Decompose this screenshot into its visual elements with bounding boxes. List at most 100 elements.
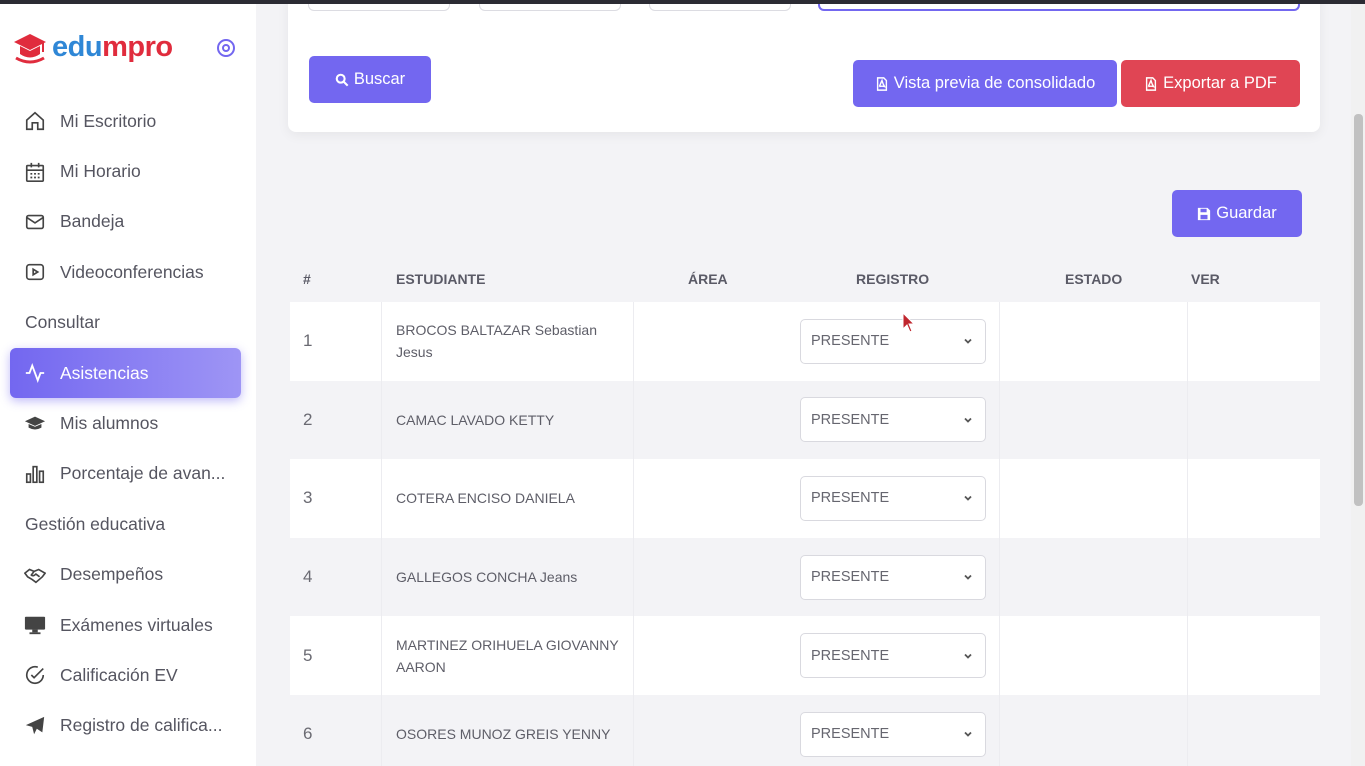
registro-value: PRESENTE — [811, 490, 890, 507]
area-cell — [634, 695, 800, 766]
sidebar-item-mi-horario[interactable]: Mi Horario — [0, 146, 256, 196]
sidebar-item-videoconferencias[interactable]: Videoconferencias — [0, 247, 256, 297]
table-row: 3 COTERA ENCISO DANIELA PRESENTE — [290, 459, 1320, 538]
ver-cell — [1188, 538, 1320, 617]
registro-cell: PRESENTE — [800, 380, 1000, 460]
page-scrollbar[interactable] — [1351, 4, 1365, 766]
estado-cell — [1000, 616, 1188, 695]
exportar-pdf-label: Exportar a PDF — [1163, 74, 1277, 92]
sidebar-item-examenes-virtuales[interactable]: Exámenes virtuales — [0, 600, 256, 650]
sidebar-item-label: Exámenes virtuales — [60, 614, 213, 635]
sidebar-item-label: Mis alumnos — [60, 413, 159, 434]
row-number: 2 — [290, 380, 382, 460]
area-cell — [634, 381, 800, 460]
registro-cell: PRESENTE — [800, 537, 1000, 617]
scrollbar-thumb[interactable] — [1354, 114, 1363, 506]
header-registro: REGISTRO — [856, 271, 930, 287]
area-cell — [634, 302, 800, 381]
chevron-down-icon — [964, 732, 972, 738]
sidebar-item-bandeja[interactable]: Bandeja — [0, 197, 256, 247]
monitor-icon — [24, 616, 46, 635]
send-icon — [25, 716, 45, 735]
estado-cell — [1000, 302, 1188, 381]
sidebar-item-label: Calificación EV — [60, 664, 178, 685]
registro-cell: PRESENTE — [800, 302, 1000, 381]
table-row: 1 BROCOS BALTAZAR Sebastian Jesus PRESEN… — [290, 302, 1320, 381]
check-circle-icon — [25, 666, 45, 685]
sidebar-item-porcentaje-de-avance[interactable]: Porcentaje de avan... — [0, 449, 256, 499]
sidebar-item-desempenos[interactable]: Desempeños — [0, 550, 256, 600]
vista-previa-label: Vista previa de consolidado — [893, 74, 1096, 92]
registro-select[interactable]: PRESENTE — [800, 554, 986, 600]
student-name: GALLEGOS CONCHA Jeans — [382, 537, 634, 617]
registro-value: PRESENTE — [811, 333, 890, 350]
registro-cell: PRESENTE — [800, 694, 1000, 766]
row-number: 6 — [290, 694, 382, 766]
area-cell — [634, 616, 800, 695]
row-number: 1 — [290, 302, 382, 381]
registro-value: PRESENTE — [811, 647, 890, 664]
attendance-table: # ESTUDIANTE ÁREA REGISTRO ESTADO VER 1 … — [290, 256, 1320, 766]
sidebar-item-registro-de-calificaciones[interactable]: Registro de califica... — [0, 701, 256, 751]
estado-cell — [1000, 380, 1188, 460]
registro-value: PRESENTE — [811, 569, 890, 586]
handshake-icon — [24, 568, 46, 584]
row-number: 5 — [290, 616, 382, 695]
area-cell — [634, 538, 800, 617]
sidebar-item-label: Videoconferencias — [60, 261, 204, 282]
sidebar-item-asistencias[interactable]: Asistencias — [10, 347, 241, 399]
table-header: # ESTUDIANTE ÁREA REGISTRO ESTADO VER — [290, 256, 1320, 302]
ver-cell — [1188, 302, 1320, 381]
sidebar-item-label: Asistencias — [60, 362, 149, 383]
registro-select[interactable]: PRESENTE — [800, 633, 986, 679]
sidebar-item-mis-alumnos[interactable]: Mis alumnos — [0, 398, 256, 448]
registro-cell: PRESENTE — [800, 459, 1000, 538]
home-icon — [25, 111, 45, 131]
calendar-icon — [25, 162, 45, 182]
header-area: ÁREA — [688, 271, 728, 287]
search-icon — [335, 73, 349, 86]
main-content: Buscar Vista previa de consolidado Expor… — [256, 0, 1351, 766]
sidebar-item-label: Bandeja — [60, 211, 125, 232]
chevron-down-icon — [964, 417, 972, 423]
sidebar-item-label: Mi Horario — [60, 161, 141, 182]
brand-name: edumpro — [52, 31, 173, 64]
registro-select[interactable]: PRESENTE — [800, 475, 986, 521]
sidebar-toggle-icon[interactable] — [216, 38, 236, 58]
video-icon — [25, 264, 45, 281]
buscar-button[interactable]: Buscar — [309, 56, 431, 103]
sidebar-section-gestion-educativa: Gestión educativa — [25, 513, 166, 534]
registro-value: PRESENTE — [811, 411, 890, 428]
sidebar-item-calificacion-ev[interactable]: Calificación EV — [0, 650, 256, 700]
mail-icon — [25, 214, 45, 230]
graduation-cap-logo-icon — [14, 34, 46, 64]
vista-previa-button[interactable]: Vista previa de consolidado — [853, 60, 1117, 107]
registro-select[interactable]: PRESENTE — [800, 318, 986, 364]
chevron-down-icon — [964, 574, 972, 580]
buscar-label: Buscar — [353, 70, 406, 88]
sidebar-item-mi-escritorio[interactable]: Mi Escritorio — [0, 96, 256, 146]
student-name: MARTINEZ ORIHUELA GIOVANNY AARON — [382, 616, 634, 695]
chevron-down-icon — [964, 339, 972, 345]
window-top-bar — [0, 0, 1365, 4]
ver-cell — [1188, 695, 1320, 766]
header-estudiante: ESTUDIANTE — [396, 271, 486, 287]
exportar-pdf-button[interactable]: Exportar a PDF — [1121, 60, 1300, 107]
filter-card: Buscar Vista previa de consolidado Expor… — [288, 0, 1320, 132]
registro-select[interactable]: PRESENTE — [800, 397, 986, 443]
table-row: 4 GALLEGOS CONCHA Jeans PRESENTE — [290, 537, 1320, 617]
chevron-down-icon — [964, 653, 972, 659]
guardar-label: Guardar — [1216, 204, 1277, 222]
header-ver: VER — [1191, 271, 1220, 287]
sidebar-item-label: Mi Escritorio — [60, 110, 157, 131]
mouse-cursor-icon — [902, 312, 916, 333]
table-row: 6 OSORES MUNOZ GREIS YENNY PRESENTE — [290, 694, 1320, 766]
registro-select[interactable]: PRESENTE — [800, 711, 986, 757]
guardar-button[interactable]: Guardar — [1172, 190, 1302, 237]
sidebar-item-label: Porcentaje de avan... — [60, 463, 226, 484]
sidebar-section-consultar: Consultar — [25, 312, 100, 333]
table-row: 2 CAMAC LAVADO KETTY PRESENTE — [290, 380, 1320, 460]
brand-logo[interactable]: edumpro — [12, 30, 173, 64]
bar-chart-icon — [25, 465, 45, 483]
ver-cell — [1188, 616, 1320, 695]
